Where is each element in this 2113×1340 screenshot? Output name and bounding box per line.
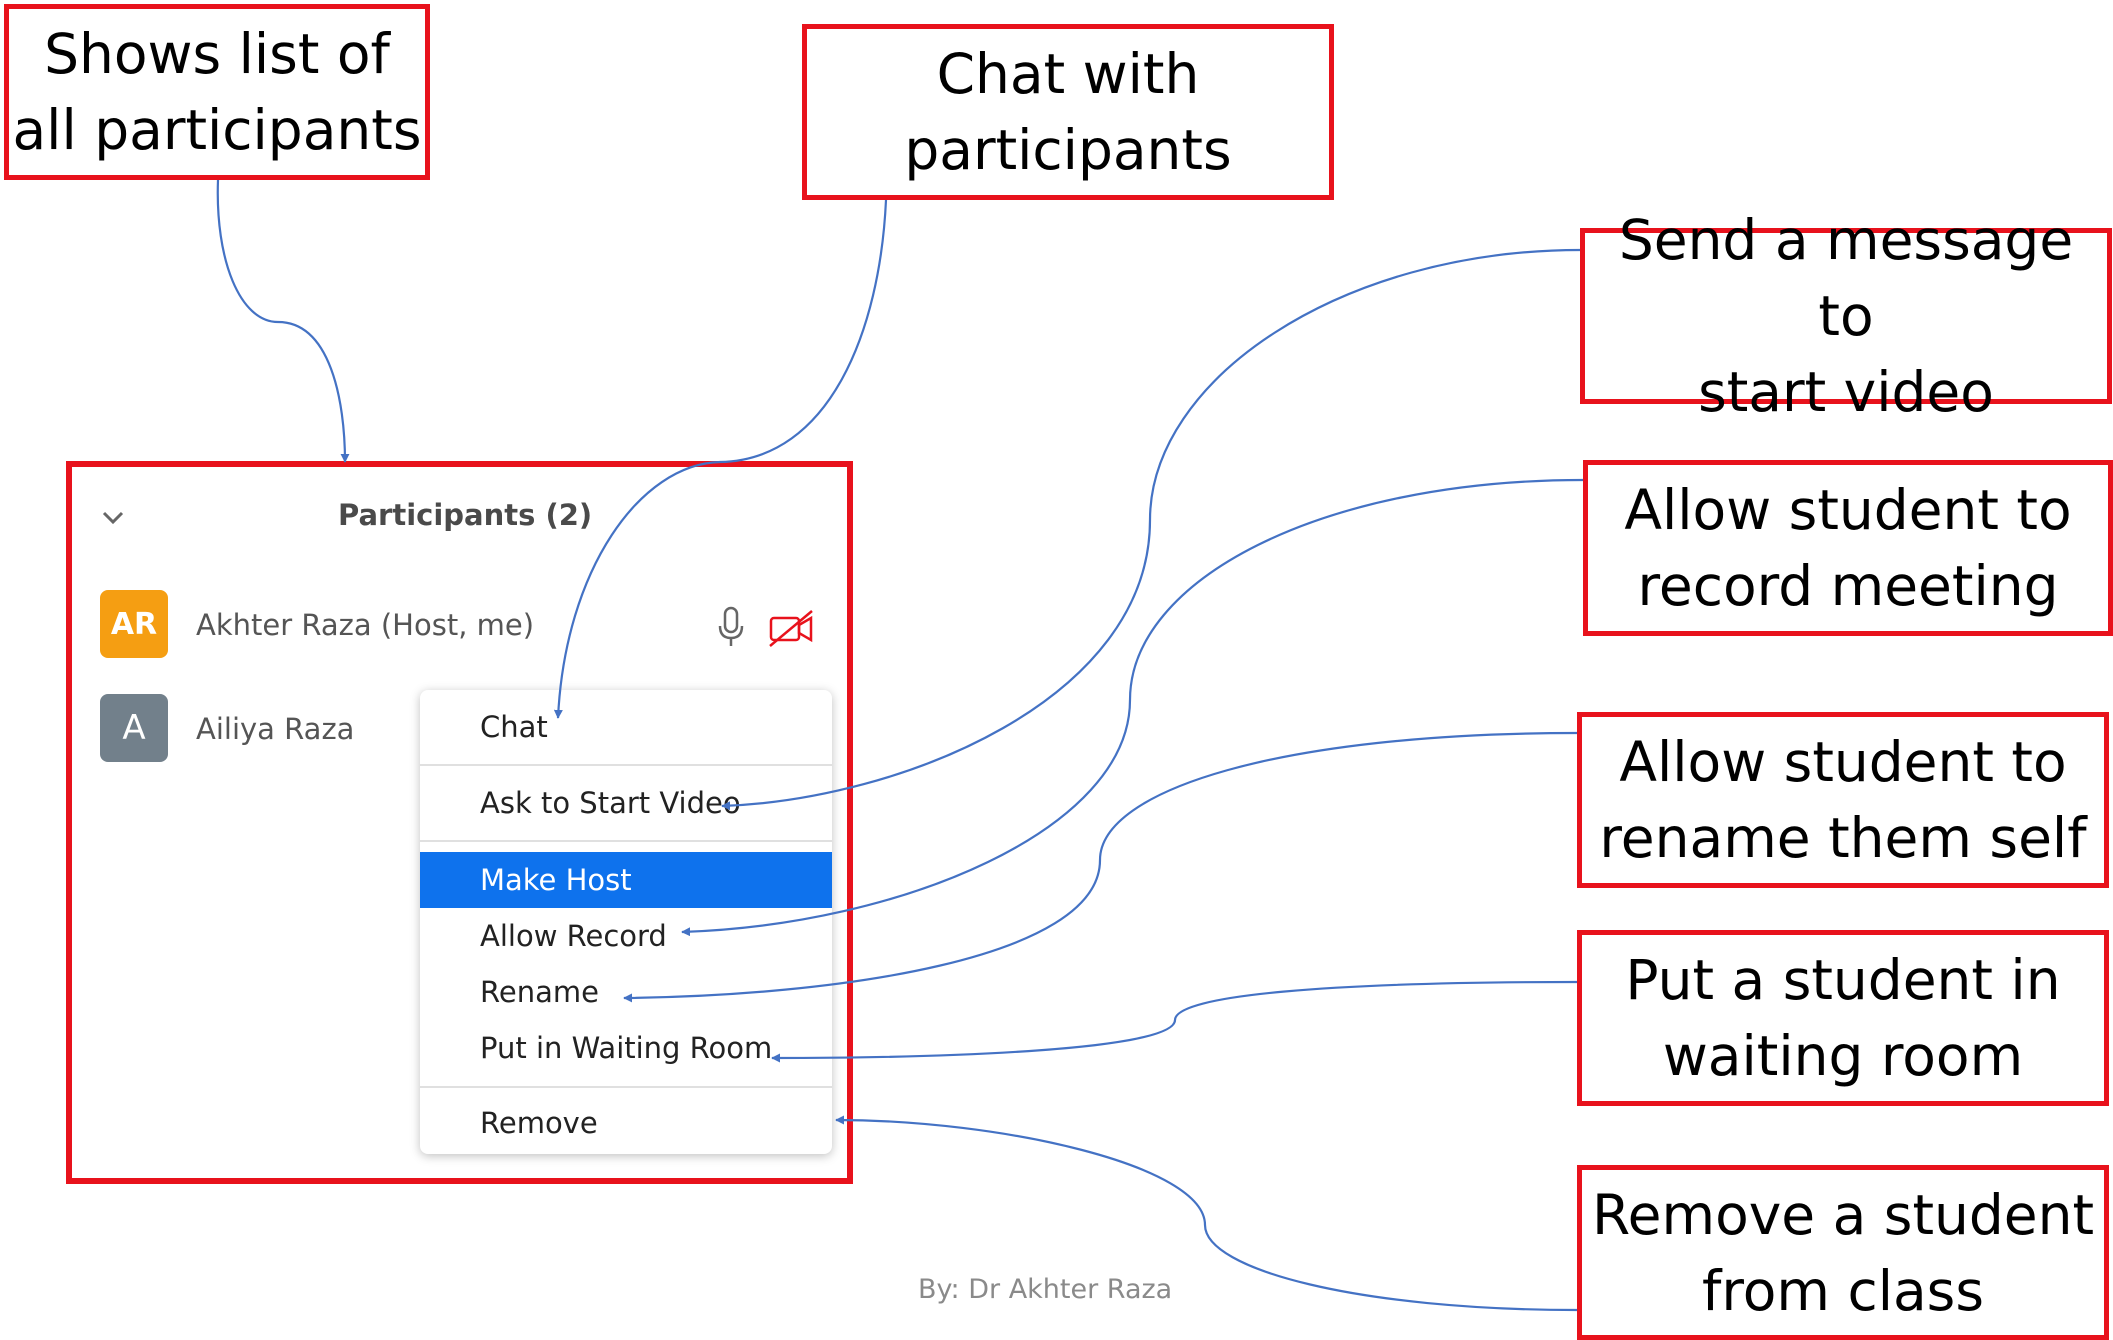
- arrow-waiting-room: [771, 980, 1578, 1063]
- connector-arrows: [216, 179, 1584, 1312]
- arrow-chat: [553, 199, 888, 719]
- arrow-participants-list: [216, 179, 350, 463]
- arrow-start-video: [721, 248, 1581, 811]
- arrow-rename: [623, 731, 1578, 1003]
- arrow-record: [681, 478, 1584, 937]
- arrow-remove: [835, 1115, 1578, 1312]
